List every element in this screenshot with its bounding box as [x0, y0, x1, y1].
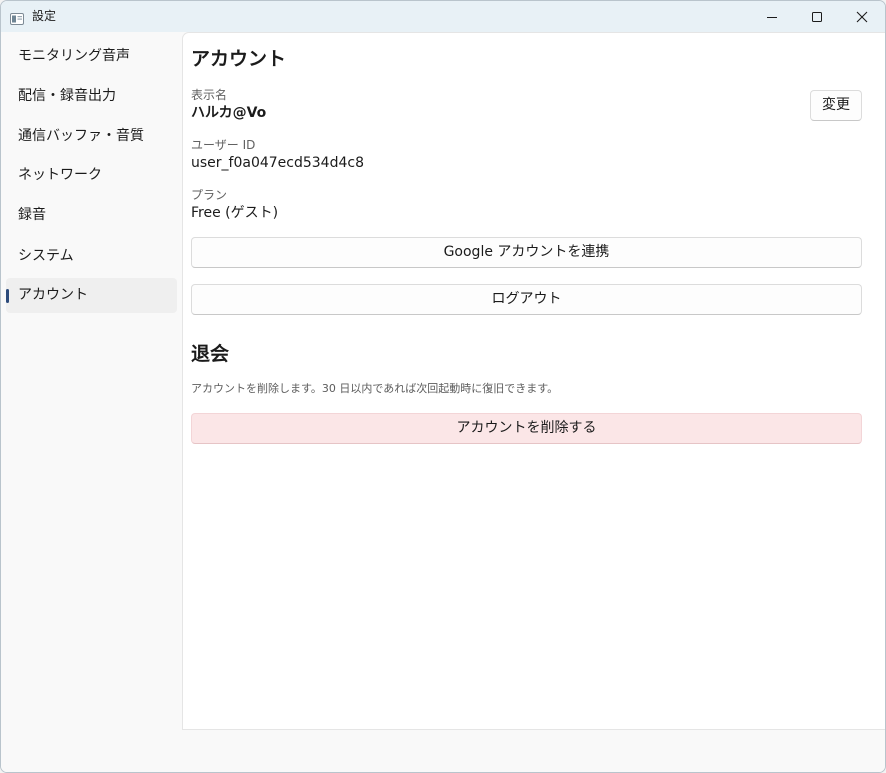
user-id-value: user_f0a047ecd534d4c8	[191, 155, 364, 171]
sidebar-item-network[interactable]: ネットワーク	[6, 158, 177, 193]
sidebar-item-monitoring-audio[interactable]: モニタリング音声	[6, 39, 177, 74]
sidebar-item-label: アカウント	[18, 287, 88, 303]
maximize-button[interactable]	[794, 1, 840, 32]
settings-window-icon	[10, 10, 24, 25]
sidebar-item-label: システム	[18, 248, 74, 264]
settings-window: 設定 モニタリング音声 配信・録音出力 通信バッファ・音質 ネットワーク 録音 …	[0, 0, 886, 773]
withdraw-heading: 退会	[191, 343, 230, 365]
window-body: モニタリング音声 配信・録音出力 通信バッファ・音質 ネットワーク 録音 システ…	[1, 32, 885, 772]
sidebar-item-label: 通信バッファ・音質	[18, 128, 144, 144]
withdraw-note: アカウントを削除します。30 日以内であれば次回起動時に復旧できます。	[191, 382, 559, 395]
display-name-value: ハルカ@Vo	[191, 105, 267, 121]
title-bar[interactable]: 設定	[1, 1, 885, 32]
sidebar-item-recording[interactable]: 録音	[6, 198, 177, 233]
plan-value: Free (ゲスト)	[191, 205, 279, 221]
sidebar-item-label: 録音	[18, 207, 46, 223]
sidebar-item-label: モニタリング音声	[18, 48, 130, 64]
close-icon	[856, 11, 868, 23]
user-id-label: ユーザー ID	[191, 138, 256, 152]
minimize-icon	[766, 11, 778, 23]
close-button[interactable]	[839, 1, 885, 32]
account-settings-panel: アカウント 表示名 ハルカ@Vo 変更 ユーザー ID user_f0a047e…	[182, 32, 885, 730]
sidebar-item-system[interactable]: システム	[6, 239, 177, 274]
display-name-label: 表示名	[191, 88, 228, 102]
window-title: 設定	[32, 9, 57, 23]
change-display-name-button[interactable]: 変更	[810, 90, 862, 121]
sidebar-item-label: 配信・録音出力	[18, 88, 116, 104]
link-google-account-button[interactable]: Google アカウントを連携	[191, 237, 862, 268]
delete-account-button-label: アカウントを削除する	[456, 420, 597, 436]
account-heading: アカウント	[191, 48, 287, 70]
sidebar-item-stream-recording-output[interactable]: 配信・録音出力	[6, 79, 177, 114]
delete-account-button[interactable]: アカウントを削除する	[191, 413, 862, 444]
logout-button[interactable]: ログアウト	[191, 284, 862, 315]
sidebar-item-buffer-quality[interactable]: 通信バッファ・音質	[6, 119, 177, 154]
minimize-button[interactable]	[749, 1, 795, 32]
sidebar-item-account[interactable]: アカウント	[6, 278, 177, 313]
link-google-button-label: Google アカウントを連携	[443, 244, 610, 260]
change-button-label: 変更	[822, 97, 850, 113]
settings-sidebar: モニタリング音声 配信・録音出力 通信バッファ・音質 ネットワーク 録音 システ…	[1, 32, 182, 772]
logout-button-label: ログアウト	[491, 291, 562, 307]
plan-label: プラン	[191, 188, 228, 202]
sidebar-item-label: ネットワーク	[18, 167, 102, 183]
selection-indicator	[6, 289, 9, 303]
maximize-icon	[811, 11, 823, 23]
